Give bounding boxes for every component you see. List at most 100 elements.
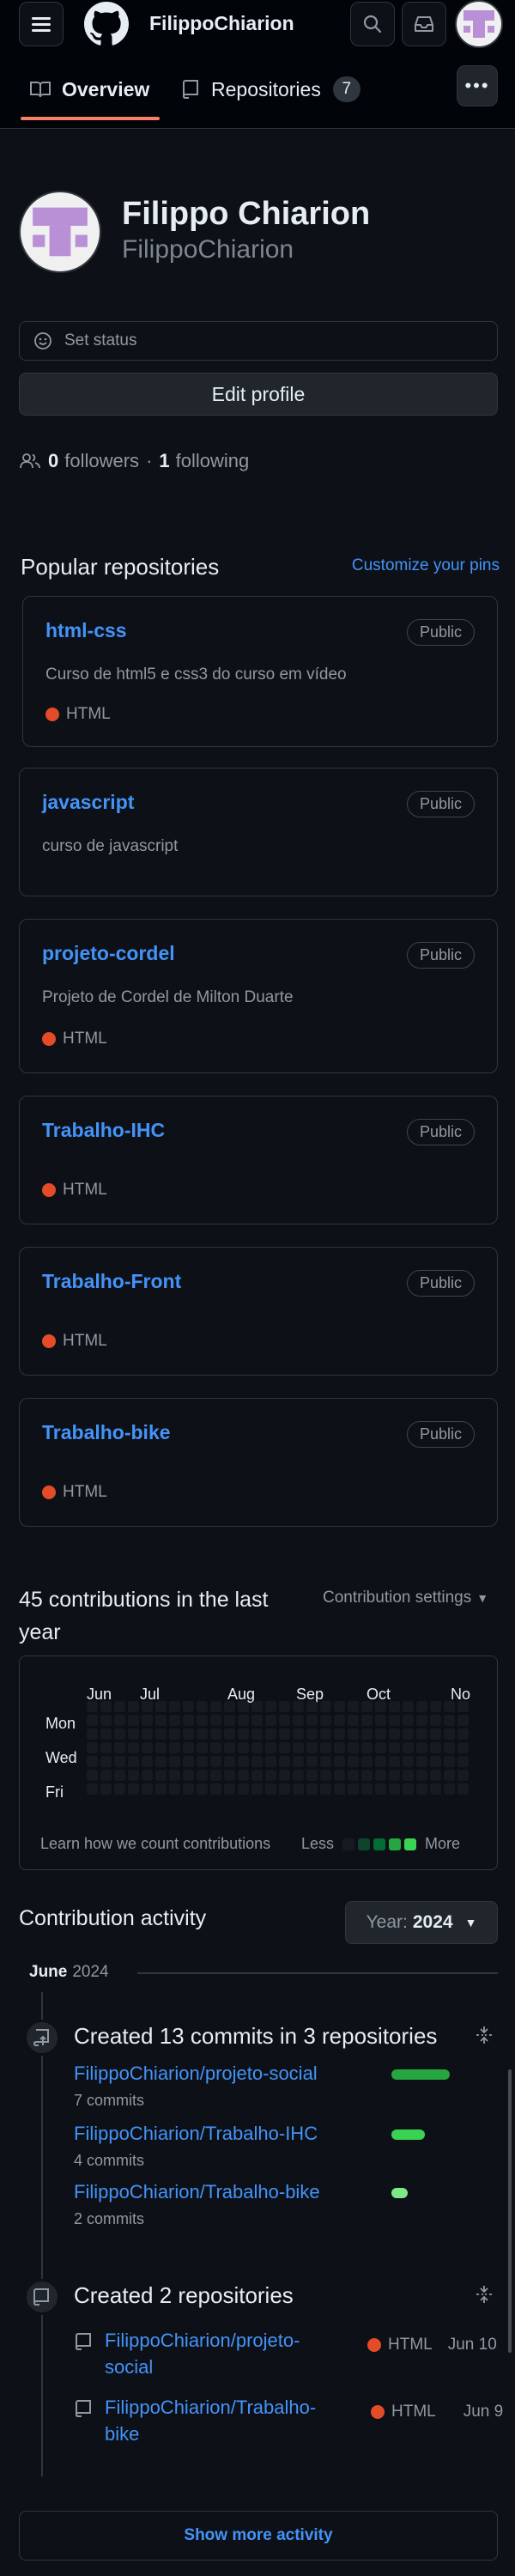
contribution-day-cell[interactable]	[265, 1701, 276, 1712]
contribution-day-cell[interactable]	[293, 1715, 304, 1726]
scrollbar-thumb[interactable]	[508, 2069, 512, 2353]
contribution-day-cell[interactable]	[416, 1756, 427, 1767]
contribution-day-cell[interactable]	[169, 1770, 180, 1781]
contribution-day-cell[interactable]	[224, 1742, 235, 1753]
contribution-day-cell[interactable]	[169, 1728, 180, 1740]
created-repo-link[interactable]: FilippoChiarion/Trabalho- bike	[105, 2394, 316, 2447]
contribution-day-cell[interactable]	[224, 1715, 235, 1726]
contribution-day-cell[interactable]	[416, 1715, 427, 1726]
contribution-day-cell[interactable]	[238, 1770, 249, 1781]
contribution-day-cell[interactable]	[361, 1728, 373, 1740]
contribution-day-cell[interactable]	[444, 1715, 455, 1726]
contribution-day-cell[interactable]	[87, 1701, 98, 1712]
contribution-day-cell[interactable]	[320, 1742, 331, 1753]
contribution-day-cell[interactable]	[251, 1770, 263, 1781]
search-button[interactable]	[350, 2, 395, 46]
contribution-day-cell[interactable]	[361, 1756, 373, 1767]
tab-repositories[interactable]: Repositories 7	[182, 72, 360, 106]
contribution-day-cell[interactable]	[251, 1742, 263, 1753]
contribution-day-cell[interactable]	[251, 1756, 263, 1767]
contribution-day-cell[interactable]	[128, 1715, 139, 1726]
contribution-day-cell[interactable]	[306, 1756, 318, 1767]
contribution-day-cell[interactable]	[416, 1701, 427, 1712]
contribution-day-cell[interactable]	[389, 1742, 400, 1753]
contribution-day-cell[interactable]	[389, 1701, 400, 1712]
contribution-day-cell[interactable]	[210, 1783, 221, 1795]
contribution-day-cell[interactable]	[403, 1770, 414, 1781]
contribution-day-cell[interactable]	[251, 1783, 263, 1795]
contribution-day-cell[interactable]	[416, 1783, 427, 1795]
contribution-day-cell[interactable]	[334, 1770, 345, 1781]
contribution-day-cell[interactable]	[210, 1715, 221, 1726]
contribution-day-cell[interactable]	[389, 1715, 400, 1726]
contribution-day-cell[interactable]	[334, 1742, 345, 1753]
contribution-day-cell[interactable]	[375, 1742, 386, 1753]
inbox-button[interactable]	[402, 2, 446, 46]
contribution-day-cell[interactable]	[389, 1783, 400, 1795]
contribution-day-cell[interactable]	[416, 1770, 427, 1781]
contribution-day-cell[interactable]	[128, 1701, 139, 1712]
contribution-day-cell[interactable]	[389, 1756, 400, 1767]
menu-button[interactable]	[19, 2, 64, 46]
contribution-day-cell[interactable]	[251, 1728, 263, 1740]
contribution-day-cell[interactable]	[430, 1770, 441, 1781]
contribution-day-cell[interactable]	[114, 1756, 125, 1767]
contribution-day-cell[interactable]	[142, 1715, 153, 1726]
contribution-day-cell[interactable]	[265, 1728, 276, 1740]
contribution-day-cell[interactable]	[375, 1770, 386, 1781]
contribution-day-cell[interactable]	[210, 1742, 221, 1753]
contribution-day-cell[interactable]	[183, 1783, 194, 1795]
contribution-day-cell[interactable]	[142, 1742, 153, 1753]
contribution-day-cell[interactable]	[348, 1770, 359, 1781]
contribution-day-cell[interactable]	[279, 1701, 290, 1712]
contribution-day-cell[interactable]	[279, 1783, 290, 1795]
contribution-day-cell[interactable]	[128, 1756, 139, 1767]
contribution-day-cell[interactable]	[238, 1728, 249, 1740]
contribution-day-cell[interactable]	[142, 1728, 153, 1740]
contribution-day-cell[interactable]	[334, 1756, 345, 1767]
contribution-day-cell[interactable]	[444, 1770, 455, 1781]
contribution-day-cell[interactable]	[306, 1742, 318, 1753]
contribution-day-cell[interactable]	[403, 1742, 414, 1753]
tab-overview[interactable]: Overview	[29, 72, 149, 106]
contribution-day-cell[interactable]	[87, 1742, 98, 1753]
contribution-day-cell[interactable]	[457, 1728, 469, 1740]
learn-contributions-link[interactable]: Learn how we count contributions	[40, 1835, 270, 1853]
contribution-day-cell[interactable]	[457, 1756, 469, 1767]
contribution-day-cell[interactable]	[293, 1701, 304, 1712]
commit-count-link[interactable]: 4 commits	[74, 2152, 144, 2170]
contribution-day-cell[interactable]	[87, 1728, 98, 1740]
contribution-day-cell[interactable]	[128, 1742, 139, 1753]
profile-avatar[interactable]	[19, 191, 101, 273]
contribution-day-cell[interactable]	[155, 1756, 167, 1767]
contribution-day-cell[interactable]	[444, 1742, 455, 1753]
show-more-activity-button[interactable]: Show more activity	[19, 2511, 498, 2561]
contribution-day-cell[interactable]	[169, 1742, 180, 1753]
contribution-day-cell[interactable]	[430, 1728, 441, 1740]
contribution-day-cell[interactable]	[293, 1728, 304, 1740]
contribution-day-cell[interactable]	[238, 1715, 249, 1726]
contribution-day-cell[interactable]	[430, 1756, 441, 1767]
contribution-day-cell[interactable]	[197, 1715, 208, 1726]
contribution-day-cell[interactable]	[403, 1728, 414, 1740]
contribution-day-cell[interactable]	[457, 1770, 469, 1781]
pinned-repo-name[interactable]: html-css	[45, 619, 127, 642]
contribution-day-cell[interactable]	[210, 1701, 221, 1712]
contribution-day-cell[interactable]	[348, 1783, 359, 1795]
contribution-day-cell[interactable]	[100, 1770, 112, 1781]
contribution-day-cell[interactable]	[279, 1715, 290, 1726]
contribution-day-cell[interactable]	[361, 1742, 373, 1753]
contribution-day-cell[interactable]	[416, 1728, 427, 1740]
year-select-button[interactable]: Year: 2024 ▼	[345, 1901, 498, 1944]
contribution-day-cell[interactable]	[210, 1756, 221, 1767]
contribution-day-cell[interactable]	[403, 1715, 414, 1726]
contribution-day-cell[interactable]	[210, 1770, 221, 1781]
contribution-day-cell[interactable]	[389, 1728, 400, 1740]
pinned-repo-name[interactable]: Trabalho-bike	[42, 1421, 171, 1444]
contribution-day-cell[interactable]	[293, 1742, 304, 1753]
contribution-day-cell[interactable]	[457, 1783, 469, 1795]
fold-icon[interactable]	[474, 2025, 494, 2050]
commit-count-link[interactable]: 2 commits	[74, 2210, 144, 2228]
pinned-repo-name[interactable]: Trabalho-Front	[42, 1270, 181, 1293]
contribution-day-cell[interactable]	[306, 1783, 318, 1795]
